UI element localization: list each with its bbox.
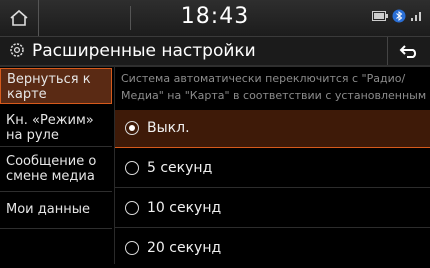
back-button[interactable]	[387, 37, 430, 65]
option-label: 10 секунд	[147, 200, 222, 216]
battery-icon	[372, 11, 388, 21]
option-label: Выкл.	[147, 120, 190, 136]
home-button[interactable]	[0, 0, 39, 36]
sidebar-item-label: Мои данные	[6, 202, 90, 217]
option-label: 20 секунд	[147, 240, 222, 256]
bluetooth-icon	[392, 9, 406, 23]
sidebar-item-label: Сообщение о	[6, 154, 97, 169]
signal-icon	[411, 12, 421, 21]
status-bar: 18:43	[0, 0, 430, 37]
back-arrow-icon	[399, 45, 417, 58]
option-off[interactable]: Выкл.	[115, 110, 430, 148]
sidebar-item-media-change-message[interactable]: Сообщение о смене медиа	[0, 148, 112, 192]
main-content: Система автоматически переключится с "Ра…	[114, 66, 430, 264]
radio-icon	[125, 161, 139, 175]
gear-icon	[10, 43, 24, 57]
sidebar-item-label: Вернуться к	[7, 72, 91, 87]
sidebar-item-label: на руле	[6, 128, 59, 143]
page-title: Расширенные настройки	[32, 41, 256, 61]
sidebar-item-mode-button[interactable]: Кн. «Режим» на руле	[0, 107, 112, 147]
option-20-seconds[interactable]: 20 секунд	[115, 230, 430, 268]
option-label: 5 секунд	[147, 160, 213, 176]
radio-icon	[125, 201, 139, 215]
home-icon	[10, 9, 28, 26]
radio-selected-icon	[125, 121, 139, 135]
option-10-seconds[interactable]: 10 секунд	[115, 190, 430, 228]
description-line: Медиа" на "Карта" в соответствии с устан…	[121, 89, 427, 102]
status-divider	[130, 6, 131, 30]
sidebar-item-label: Кн. «Режим»	[6, 113, 94, 128]
description-text: Система автоматически переключится с "Ра…	[121, 70, 429, 104]
sidebar-item-label: карте	[7, 87, 47, 102]
radio-icon	[125, 241, 139, 255]
sidebar-item-return-to-map[interactable]: Вернуться к карте	[0, 68, 112, 104]
sidebar: Вернуться к карте Кн. «Режим» на руле Со…	[0, 66, 112, 264]
sidebar-item-my-data[interactable]: Мои данные	[0, 193, 112, 229]
sidebar-item-label: смене медиа	[6, 169, 95, 184]
description-line: Система автоматически переключится с "Ра…	[121, 72, 406, 85]
clock: 18:43	[180, 4, 250, 29]
option-5-seconds[interactable]: 5 секунд	[115, 150, 430, 188]
status-icons	[372, 9, 424, 23]
title-bar: Расширенные настройки	[0, 37, 430, 67]
